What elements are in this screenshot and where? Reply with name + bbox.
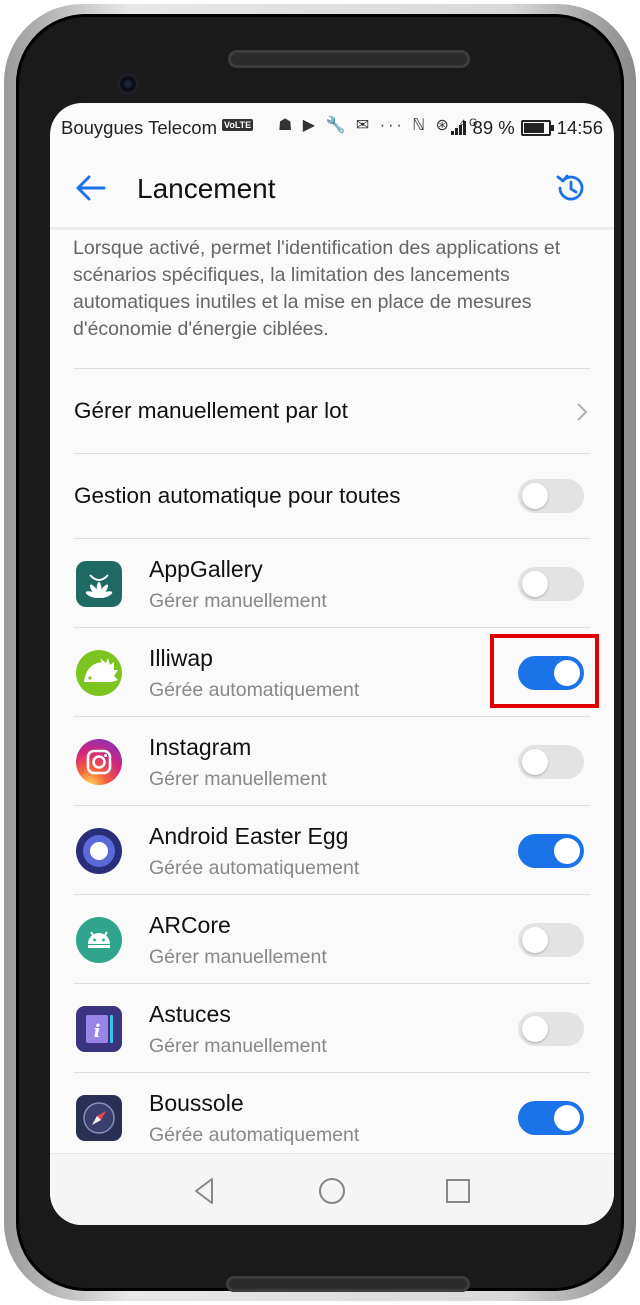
huawei-appgallery-icon xyxy=(76,561,122,607)
clock: 14:56 xyxy=(556,117,603,138)
status-bar: Bouygues Telecom VoLTE ☗ ▶ 🔧 ✉ ··· ℕ ⊛ ⁴… xyxy=(50,103,614,151)
feature-description: Lorsque activé, permet l'identification … xyxy=(73,237,561,340)
app-toggle-astuces[interactable] xyxy=(518,1012,584,1046)
chevron-right-icon xyxy=(577,403,588,421)
manage-batch-row[interactable]: Gérer manuellement par lot xyxy=(74,370,590,454)
svg-text:i: i xyxy=(94,1021,101,1042)
navigation-bar xyxy=(50,1153,614,1225)
history-icon[interactable] xyxy=(554,171,588,205)
auto-all-label: Gestion automatique pour toutes xyxy=(74,483,401,508)
easter-egg-icon xyxy=(76,828,122,874)
nav-recents-icon[interactable] xyxy=(443,1176,473,1206)
app-name: AppGallery xyxy=(149,556,263,582)
battery-percent: 89 % xyxy=(472,117,515,138)
app-status: Gérée automatiquement xyxy=(149,679,360,701)
app-status: Gérer manuellement xyxy=(149,590,327,612)
battery-icon xyxy=(520,120,554,136)
app-bar: Lancement xyxy=(50,151,614,227)
app-row-android-easter-egg: Android Easter Egg Gérée automatiquement xyxy=(74,806,590,894)
auto-all-row: Gestion automatique pour toutes xyxy=(74,455,590,539)
app-name: Illiwap xyxy=(149,645,213,671)
earpiece-speaker xyxy=(228,50,470,68)
app-name: ARCore xyxy=(149,912,231,938)
divider xyxy=(74,368,590,369)
arcore-android-icon xyxy=(76,917,122,963)
app-status: Gérer manuellement xyxy=(149,946,327,968)
app-status: Gérée automatiquement xyxy=(149,857,360,879)
app-row-appgallery: AppGallery Gérer manuellement xyxy=(74,539,590,627)
auto-all-toggle[interactable] xyxy=(518,479,584,513)
app-bar-divider xyxy=(50,227,614,230)
signal-icon xyxy=(450,121,467,135)
compass-icon xyxy=(76,1095,122,1141)
app-toggle-arcore[interactable] xyxy=(518,923,584,957)
instagram-icon xyxy=(76,739,122,785)
app-name: Astuces xyxy=(149,1001,231,1027)
app-status: Gérer manuellement xyxy=(149,1035,327,1057)
app-toggle-instagram[interactable] xyxy=(518,745,584,779)
illiwap-hedgehog-icon xyxy=(76,650,122,696)
carrier-name: Bouygues Telecom xyxy=(61,117,217,138)
manage-batch-label: Gérer manuellement par lot xyxy=(74,398,348,423)
app-name: Boussole xyxy=(149,1090,244,1116)
highlight-box xyxy=(490,634,599,708)
app-toggle-android-easter-egg[interactable] xyxy=(518,834,584,868)
app-row-arcore: ARCore Gérer manuellement xyxy=(74,895,590,983)
app-toggle-appgallery[interactable] xyxy=(518,567,584,601)
astuces-tips-icon: i xyxy=(76,1006,122,1052)
front-camera xyxy=(117,73,139,95)
app-toggle-boussole[interactable] xyxy=(518,1101,584,1135)
nav-back-icon[interactable] xyxy=(190,1176,220,1206)
bottom-speaker xyxy=(226,1276,470,1292)
app-row-boussole: Boussole Gérée automatiquement xyxy=(74,1073,590,1161)
app-row-instagram: Instagram Gérer manuellement xyxy=(74,717,590,805)
app-status: Gérée automatiquement xyxy=(149,1124,360,1146)
back-arrow-icon[interactable] xyxy=(74,171,108,205)
page-title: Lancement xyxy=(137,173,276,204)
nav-home-icon[interactable] xyxy=(317,1176,347,1206)
app-name: Instagram xyxy=(149,734,252,760)
app-status: Gérer manuellement xyxy=(149,768,327,790)
volte-badge: VoLTE xyxy=(222,119,254,131)
app-row-astuces: i Astuces Gérer manuellement xyxy=(74,984,590,1072)
divider xyxy=(74,453,590,454)
app-name: Android Easter Egg xyxy=(149,823,349,849)
